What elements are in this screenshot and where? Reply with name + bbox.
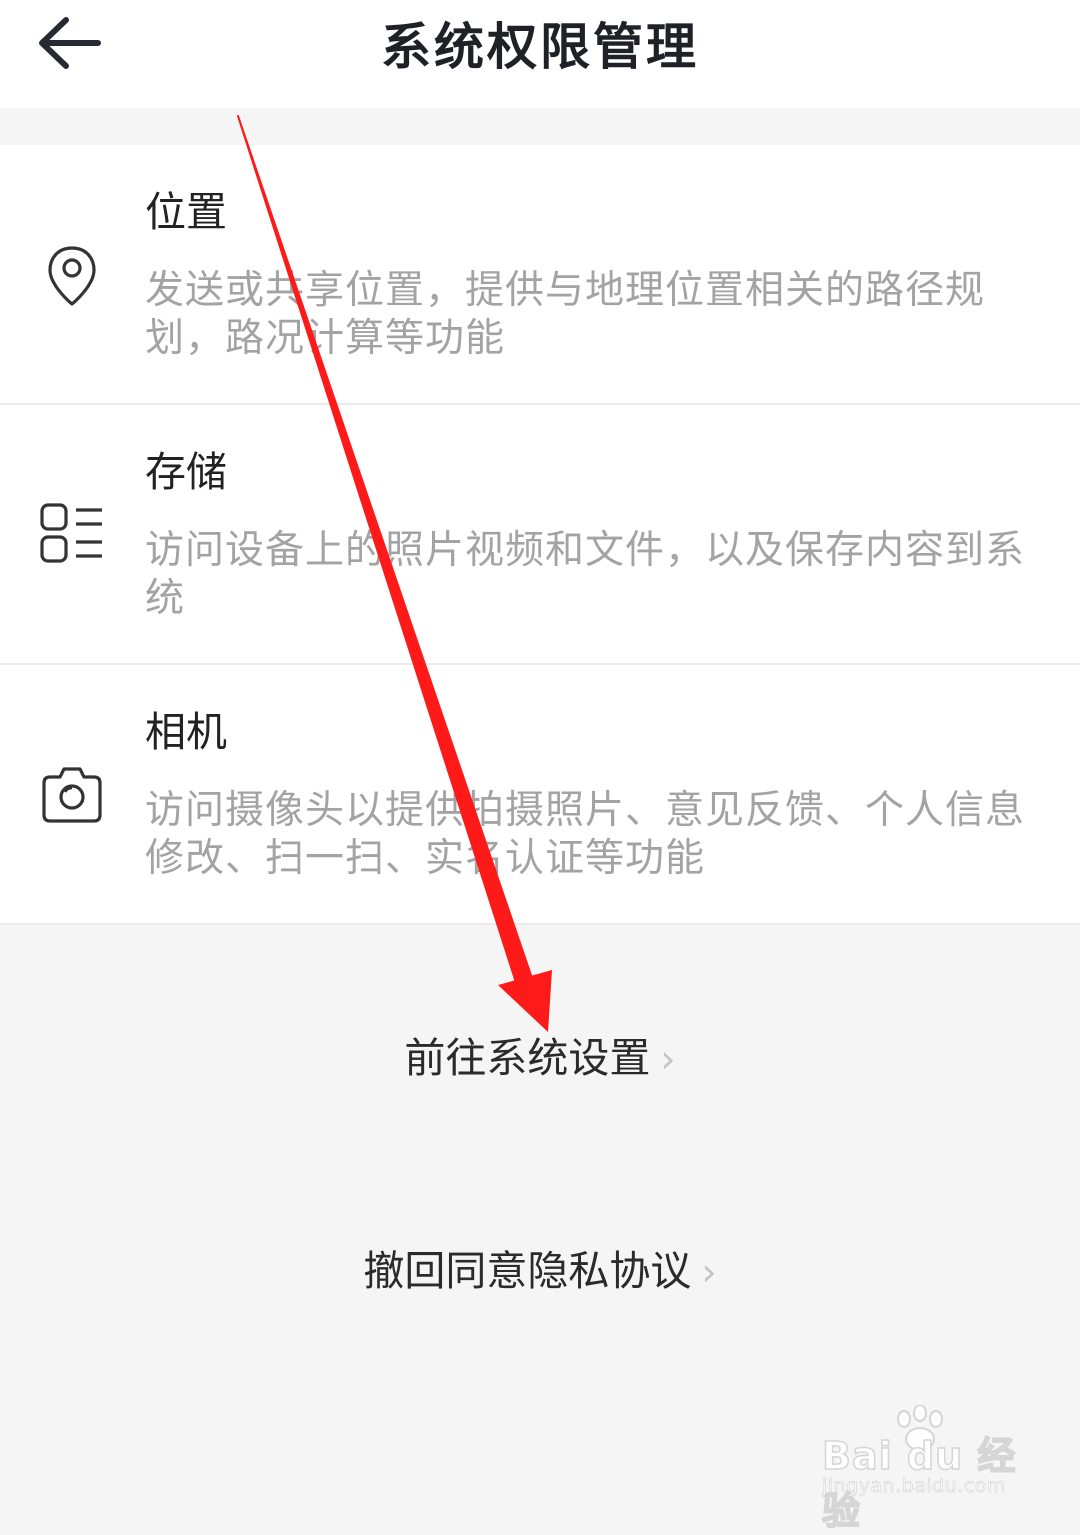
permission-description: 访问摄像头以提供拍摄照片、意见反馈、个人信息修改、扫一扫、实名认证等功能 xyxy=(145,788,1026,881)
revoke-privacy-link[interactable]: 撤回同意隐私协议 › xyxy=(0,1243,1080,1300)
revoke-privacy-label: 撤回同意隐私协议 xyxy=(363,1247,692,1295)
page-title: 系统权限管理 xyxy=(381,18,699,76)
permission-item-camera[interactable]: 相机 访问摄像头以提供拍摄照片、意见反馈、个人信息修改、扫一扫、实名认证等功能 xyxy=(0,665,1080,925)
chevron-right-icon: › xyxy=(701,1250,717,1294)
permission-description: 访问设备上的照片视频和文件，以及保存内容到系统 xyxy=(145,528,1026,621)
permission-description: 发送或共享位置，提供与地理位置相关的路径规划，路况计算等功能 xyxy=(145,268,986,361)
chevron-right-icon: › xyxy=(660,1037,676,1081)
permission-item-storage[interactable]: 存储 访问设备上的照片视频和文件，以及保存内容到系统 xyxy=(0,405,1080,665)
permission-title: 存储 xyxy=(145,448,227,496)
permission-item-location[interactable]: 位置 发送或共享位置，提供与地理位置相关的路径规划，路况计算等功能 xyxy=(0,145,1080,405)
permission-title: 相机 xyxy=(145,708,227,756)
camera-icon xyxy=(42,767,102,823)
permission-list: 位置 发送或共享位置，提供与地理位置相关的路径规划，路况计算等功能 存储 访问设… xyxy=(0,145,1080,925)
baidu-jingyan-watermark: Bai du 经验 jingyan.baidu.com xyxy=(821,1405,1022,1534)
watermark-url: jingyan.baidu.com xyxy=(822,1475,1006,1498)
storage-list-icon xyxy=(40,503,102,563)
top-bar: 系统权限管理 xyxy=(0,0,1080,108)
go-system-settings-link[interactable]: 前往系统设置 › xyxy=(0,1030,1080,1087)
location-pin-icon xyxy=(48,246,96,306)
go-system-settings-label: 前往系统设置 xyxy=(404,1034,651,1082)
permission-title: 位置 xyxy=(145,188,227,236)
